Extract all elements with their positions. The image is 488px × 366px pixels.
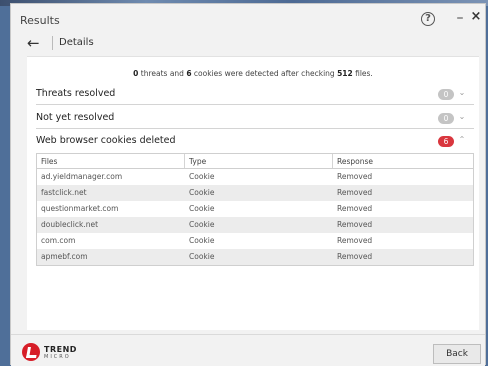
files-count: 512 xyxy=(337,69,353,78)
cell-type: Cookie xyxy=(189,204,215,213)
chevron-down-icon[interactable]: ⌄ xyxy=(457,111,467,123)
count-badge: 6 xyxy=(438,136,454,147)
cookies-table: Files Type Response ad.yieldmanager.com … xyxy=(36,153,474,266)
cell-response: Removed xyxy=(337,204,373,213)
cell-file: apmebf.com xyxy=(41,252,88,261)
cell-response: Removed xyxy=(337,220,373,229)
back-button[interactable]: Back xyxy=(433,344,481,364)
cell-file: fastclick.net xyxy=(41,188,87,197)
window-title: Results xyxy=(20,14,60,27)
results-window: Results ? – × ← Details 0 threats and 6 … xyxy=(10,3,486,366)
help-icon[interactable]: ? xyxy=(421,12,435,26)
trend-micro-logo: TREND MICRO xyxy=(22,343,82,363)
back-arrow-icon[interactable]: ← xyxy=(27,35,43,51)
section-label: Not yet resolved xyxy=(36,112,115,123)
cell-type: Cookie xyxy=(189,252,215,261)
cell-response: Removed xyxy=(337,236,373,245)
cell-file: ad.yieldmanager.com xyxy=(41,172,123,181)
chevron-up-icon[interactable]: ⌃ xyxy=(457,134,467,146)
cell-file: questionmarket.com xyxy=(41,204,119,213)
section-label: Web browser cookies deleted xyxy=(36,135,176,146)
chevron-down-icon[interactable]: ⌄ xyxy=(457,87,467,99)
summary-text-a: threats and xyxy=(138,69,187,78)
cell-type: Cookie xyxy=(189,188,215,197)
footer-bar: TREND MICRO Back xyxy=(11,334,485,366)
minimize-button[interactable]: – xyxy=(454,10,466,26)
details-panel: 0 threats and 6 cookies were detected af… xyxy=(27,56,479,330)
cell-type: Cookie xyxy=(189,220,215,229)
table-body: ad.yieldmanager.com Cookie Removed fastc… xyxy=(37,169,473,265)
cell-type: Cookie xyxy=(189,172,215,181)
section-label: Threats resolved xyxy=(36,88,116,99)
cell-file: doubleclick.net xyxy=(41,220,99,229)
cell-type: Cookie xyxy=(189,236,215,245)
section-cookies-deleted[interactable]: Web browser cookies deleted 6 ⌃ xyxy=(36,130,474,152)
logo-text-primary: TREND xyxy=(44,345,77,354)
count-badge: 0 xyxy=(438,113,454,124)
logo-mark-icon xyxy=(22,343,40,361)
section-not-yet-resolved[interactable]: Not yet resolved 0 ⌄ xyxy=(36,107,474,129)
table-row[interactable]: com.com Cookie Removed xyxy=(37,233,473,249)
cell-file: com.com xyxy=(41,236,76,245)
table-row[interactable]: ad.yieldmanager.com Cookie Removed xyxy=(37,169,473,185)
count-badge: 0 xyxy=(438,89,454,100)
cell-response: Removed xyxy=(337,252,373,261)
close-button[interactable]: × xyxy=(469,9,483,25)
section-threats-resolved[interactable]: Threats resolved 0 ⌄ xyxy=(36,83,474,105)
summary-text-c: files. xyxy=(352,69,373,78)
table-header: Files Type Response xyxy=(37,154,473,169)
table-row[interactable]: questionmarket.com Cookie Removed xyxy=(37,201,473,217)
nav-divider xyxy=(52,36,53,50)
page-title: Details xyxy=(59,37,94,48)
logo-text-secondary: MICRO xyxy=(44,354,71,360)
title-bar: Results ? – × xyxy=(11,4,485,34)
cell-response: Removed xyxy=(337,172,373,181)
breadcrumb: ← Details xyxy=(20,33,220,57)
table-row[interactable]: apmebf.com Cookie Removed xyxy=(37,249,473,265)
column-header-files[interactable]: Files xyxy=(37,154,185,168)
cell-response: Removed xyxy=(337,188,373,197)
summary-text-b: cookies were detected after checking xyxy=(191,69,338,78)
scan-summary: 0 threats and 6 cookies were detected af… xyxy=(27,69,479,78)
table-row[interactable]: fastclick.net Cookie Removed xyxy=(37,185,473,201)
table-row[interactable]: doubleclick.net Cookie Removed xyxy=(37,217,473,233)
column-header-response[interactable]: Response xyxy=(333,154,473,168)
column-header-type[interactable]: Type xyxy=(185,154,333,168)
